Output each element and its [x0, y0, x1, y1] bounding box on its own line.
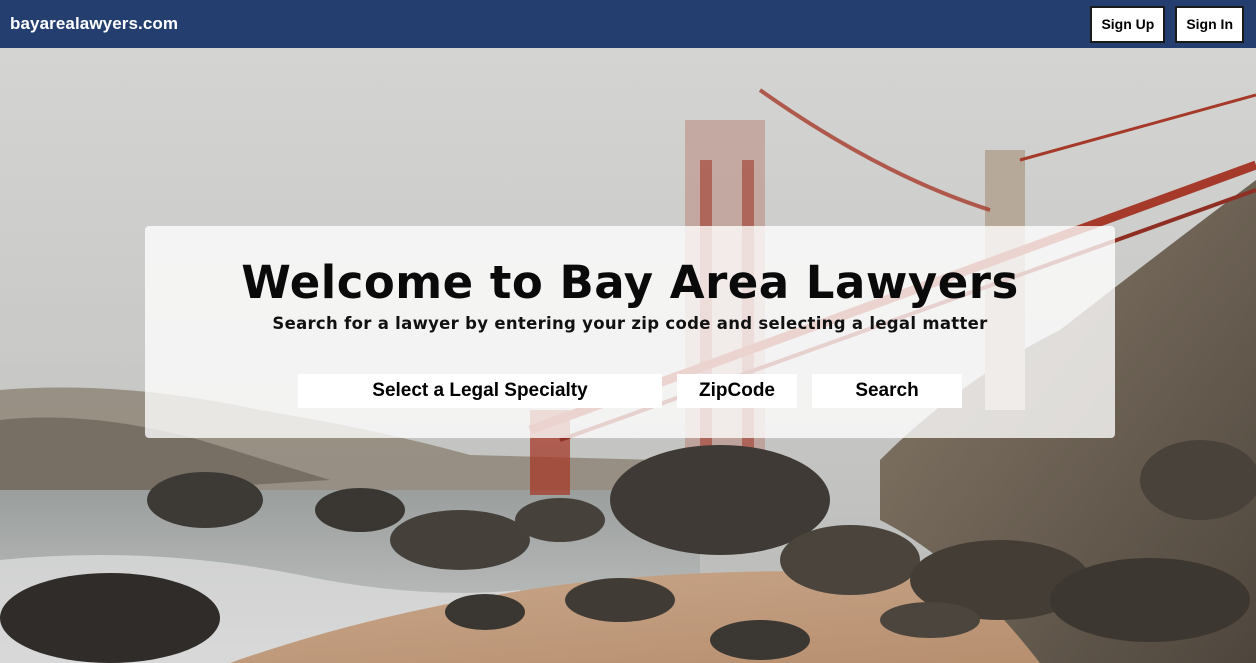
legal-specialty-select[interactable]: Select a Legal Specialty [298, 374, 662, 408]
zipcode-input[interactable]: ZipCode [677, 374, 797, 408]
site-brand[interactable]: bayarealawyers.com [10, 14, 178, 34]
nav-buttons: Sign Up Sign In [1090, 5, 1244, 43]
page-title: Welcome to Bay Area Lawyers [241, 256, 1019, 309]
page-subtitle: Search for a lawyer by entering your zip… [272, 314, 988, 333]
sign-in-button[interactable]: Sign In [1175, 5, 1244, 43]
search-button[interactable]: Search [812, 374, 962, 408]
search-panel: Welcome to Bay Area Lawyers Search for a… [145, 226, 1115, 438]
top-navbar: bayarealawyers.com Sign Up Sign In [0, 0, 1256, 48]
sign-up-button[interactable]: Sign Up [1090, 5, 1166, 43]
